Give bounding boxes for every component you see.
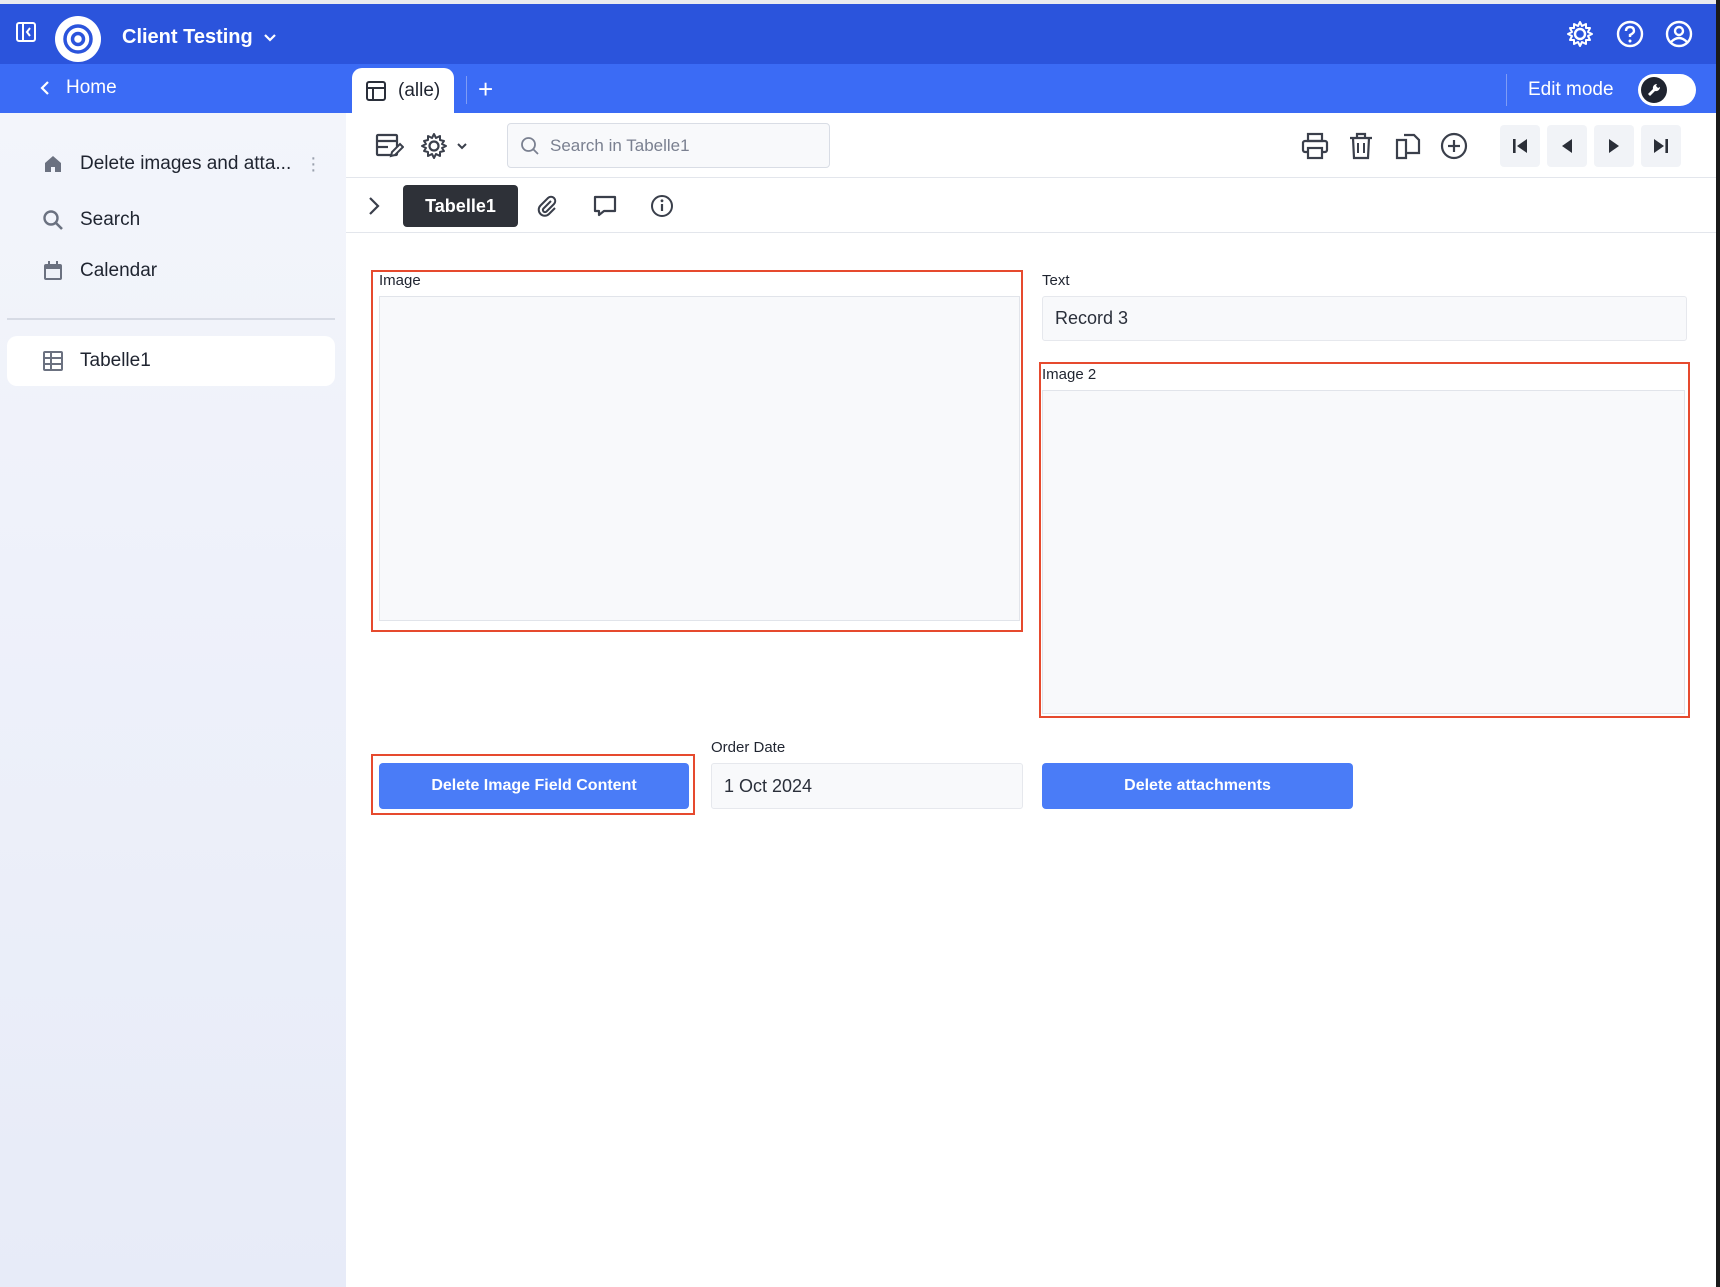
sidebar-item-search[interactable]: Search: [42, 209, 140, 231]
edit-layout-icon[interactable]: [370, 127, 408, 165]
tab-divider: [466, 76, 467, 104]
image-field[interactable]: [379, 296, 1020, 621]
top-bar: Client Testing: [0, 4, 1720, 64]
add-tab-button[interactable]: +: [478, 74, 493, 105]
comments-icon[interactable]: [586, 187, 624, 225]
sidebar-item-label: Tabelle1: [80, 350, 151, 371]
user-account-icon[interactable]: [1663, 18, 1695, 50]
sidebar-item-calendar[interactable]: Calendar: [42, 260, 157, 282]
chevron-left-icon: [40, 81, 49, 95]
table-icon: [43, 351, 63, 371]
previous-record-button[interactable]: [1547, 125, 1587, 167]
edit-mode-toggle[interactable]: [1638, 74, 1696, 106]
form-settings-icon[interactable]: [418, 127, 476, 165]
attachment-paperclip-icon[interactable]: [528, 187, 566, 225]
skip-last-icon: [1654, 139, 1668, 153]
table-view-icon: [366, 81, 386, 101]
view-tab-label: (alle): [398, 80, 441, 101]
last-record-button[interactable]: [1641, 125, 1681, 167]
help-icon[interactable]: [1614, 18, 1646, 50]
record-search-box[interactable]: [507, 123, 830, 168]
next-record-button[interactable]: [1594, 125, 1634, 167]
text-field[interactable]: Record 3: [1042, 296, 1687, 341]
sidebar-item-label: Delete images and atta...: [80, 153, 292, 174]
search-icon: [521, 136, 539, 155]
previous-icon: [1562, 139, 1572, 153]
sidebar-item-app-home[interactable]: Delete images and atta...: [42, 153, 291, 175]
home-label: Home: [66, 77, 117, 98]
text-field-label: Text: [1042, 272, 1070, 289]
home-back-link[interactable]: Home: [40, 77, 117, 99]
expand-panel-chevron-icon[interactable]: [355, 187, 393, 225]
image-field-label: Image: [379, 272, 421, 289]
image2-field-label: Image 2: [1042, 366, 1097, 383]
chevron-down-icon: [263, 33, 276, 42]
sidebar-toggle-icon[interactable]: [14, 20, 38, 44]
app-logo[interactable]: [55, 16, 101, 62]
sidebar: [0, 113, 346, 1287]
order-date-field[interactable]: 1 Oct 2024: [711, 763, 1023, 809]
sidebar-divider: [7, 318, 335, 320]
delete-attachments-button[interactable]: Delete attachments: [1042, 763, 1353, 809]
app-title-dropdown[interactable]: Client Testing: [122, 26, 277, 49]
edit-mode-divider: [1506, 74, 1507, 106]
calendar-icon: [44, 261, 62, 280]
first-record-button[interactable]: [1500, 125, 1540, 167]
image2-field[interactable]: [1042, 390, 1685, 714]
record-tabs-divider: [346, 232, 1720, 233]
window-edge: [1716, 0, 1720, 1287]
duplicate-record-icon[interactable]: [1389, 127, 1427, 165]
settings-gear-icon[interactable]: [1564, 18, 1596, 50]
skip-first-icon: [1513, 139, 1527, 153]
search-icon: [43, 210, 63, 230]
sidebar-item-label: Search: [80, 209, 141, 230]
edit-mode-label: Edit mode: [1528, 79, 1614, 100]
record-tab-tabelle1[interactable]: Tabelle1: [403, 185, 518, 227]
sidebar-item-label: Calendar: [80, 260, 158, 281]
wrench-icon: [1641, 77, 1667, 103]
app-title: Client Testing: [122, 26, 253, 48]
next-icon: [1609, 139, 1619, 153]
more-options-icon[interactable]: · · ·: [310, 148, 317, 180]
toolbar-divider: [346, 177, 1720, 178]
sidebar-item-tabelle1[interactable]: Tabelle1: [42, 350, 151, 372]
delete-record-icon[interactable]: [1342, 127, 1380, 165]
add-record-icon[interactable]: [1435, 127, 1473, 165]
delete-image-field-content-button[interactable]: Delete Image Field Content: [379, 763, 689, 809]
print-icon[interactable]: [1296, 127, 1334, 165]
order-date-label: Order Date: [711, 739, 786, 756]
view-tab-alle[interactable]: (alle): [352, 68, 454, 114]
home-icon: [45, 156, 61, 172]
search-input[interactable]: [550, 135, 820, 156]
info-icon[interactable]: [643, 187, 681, 225]
tab-bar: [0, 64, 1720, 113]
